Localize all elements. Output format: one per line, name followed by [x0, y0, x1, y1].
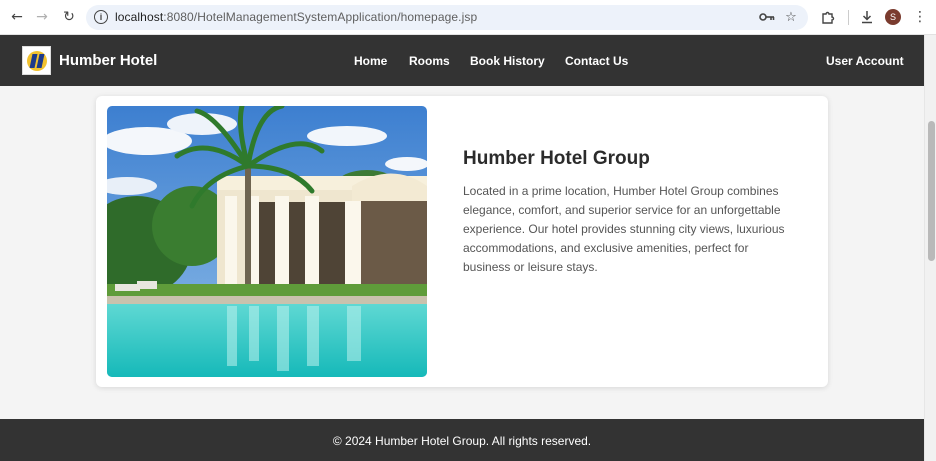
reload-icon[interactable]: ↻: [60, 8, 78, 26]
nav-user-account[interactable]: User Account: [826, 54, 904, 68]
profile-avatar[interactable]: S: [885, 9, 901, 25]
kebab-menu-icon[interactable]: ⋮: [911, 8, 929, 26]
hotel-pool-image: [107, 106, 427, 377]
url-text[interactable]: localhost:8080/HotelManagementSystemAppl…: [115, 10, 477, 24]
brand-name[interactable]: Humber Hotel: [59, 52, 157, 69]
site-info-icon[interactable]: i: [94, 10, 108, 24]
nav-book-history[interactable]: Book History: [470, 54, 545, 68]
copyright-text: © 2024 Humber Hotel Group. All rights re…: [332, 434, 592, 448]
scroll-thumb[interactable]: [928, 121, 935, 261]
card-title: Humber Hotel Group: [463, 148, 650, 169]
toolbar-separator: [848, 10, 849, 25]
address-bar[interactable]: i localhost:8080/HotelManagementSystemAp…: [86, 5, 808, 30]
site-footer: © 2024 Humber Hotel Group. All rights re…: [0, 419, 924, 461]
forward-arrow-icon[interactable]: →: [33, 8, 51, 26]
download-icon[interactable]: [858, 8, 876, 26]
browser-toolbar: ← → ↻ i localhost:8080/HotelManagementSy…: [0, 0, 936, 35]
url-path: :8080/HotelManagementSystemApplication/h…: [163, 10, 478, 24]
password-key-icon[interactable]: [758, 8, 776, 26]
hotel-intro-card: Humber Hotel Group Located in a prime lo…: [96, 96, 828, 387]
card-description: Located in a prime location, Humber Hote…: [463, 184, 785, 274]
nav-contact-us[interactable]: Contact Us: [565, 54, 628, 68]
nav-rooms[interactable]: Rooms: [409, 54, 450, 68]
puzzle-icon[interactable]: [819, 8, 837, 26]
page-scrollbar[interactable]: [924, 35, 936, 461]
hotel-logo[interactable]: [22, 46, 51, 75]
back-arrow-icon[interactable]: ←: [8, 8, 26, 26]
site-header: Humber Hotel Home Rooms Book History Con…: [0, 35, 924, 86]
nav-home[interactable]: Home: [354, 54, 387, 68]
page-viewport: Humber Hotel Home Rooms Book History Con…: [0, 35, 924, 461]
url-host: localhost: [115, 10, 164, 24]
star-icon[interactable]: ☆: [782, 8, 800, 26]
logo-mark-icon: [26, 50, 47, 71]
